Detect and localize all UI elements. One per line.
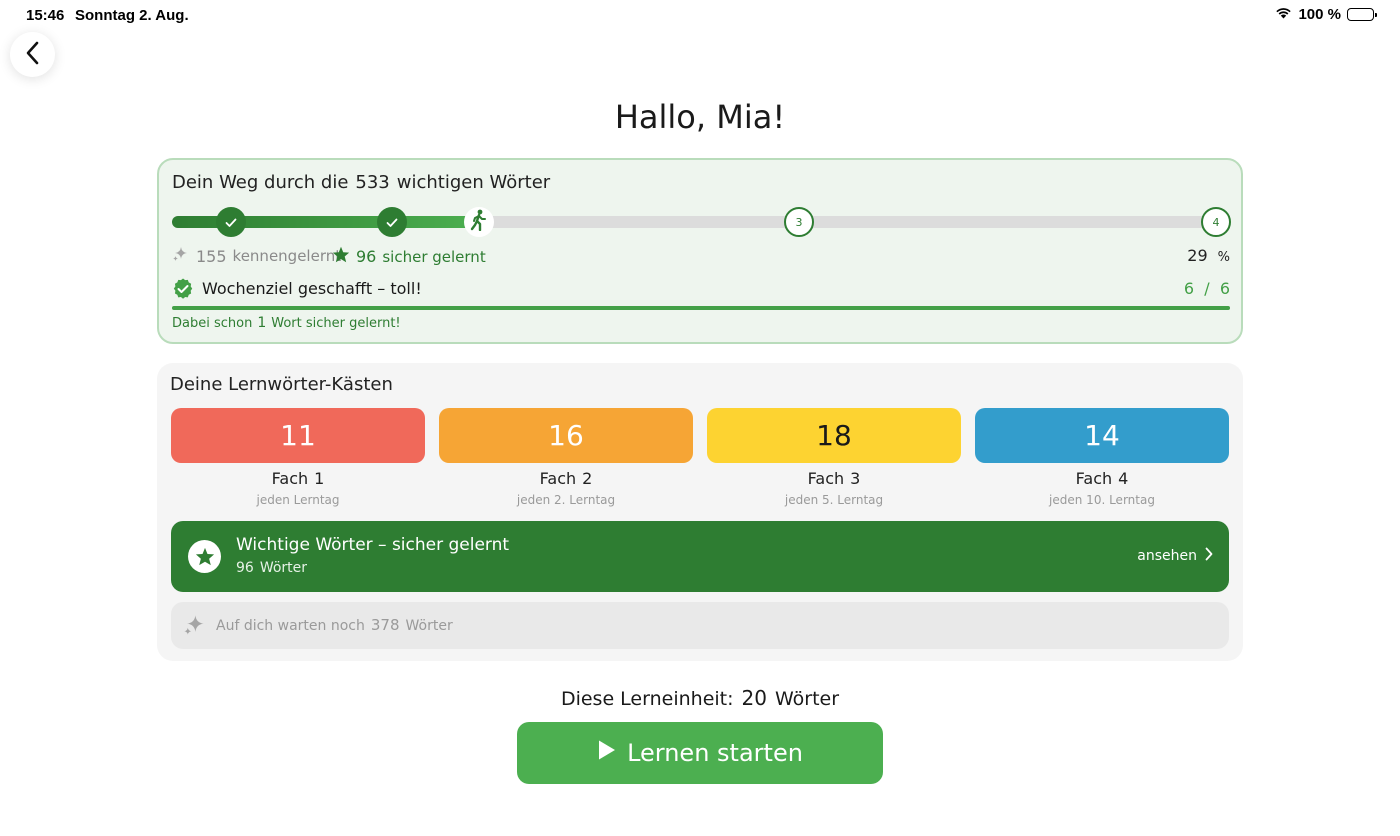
box-1: 11 Fach 1 jeden Lerntag	[171, 408, 425, 507]
boxes-title: Deine Lernwörter-Kästen	[170, 374, 393, 395]
safe-label: sicher gelernt	[382, 247, 486, 266]
battery-percent: 100 %	[1298, 6, 1341, 23]
safe-words-count: 96 Wörter	[236, 560, 308, 576]
box-2-frequency: jeden 2. Lerntag	[516, 493, 616, 507]
box-4: 14 Fach 4 jeden 10. Lerntag	[975, 408, 1229, 507]
view-safe-words-link[interactable]: ansehen	[1137, 547, 1213, 565]
check-icon	[225, 213, 237, 232]
path-progress-track: 3 4	[172, 207, 1231, 237]
path-stats: 155 kennengelernt 96 sicher gelernt 29%	[172, 246, 1230, 270]
current-position-marker	[464, 207, 494, 237]
safe-stat: 96 sicher gelernt	[332, 246, 486, 267]
star-badge-icon	[188, 540, 221, 573]
wifi-icon	[1275, 6, 1292, 23]
word-total: 533	[355, 172, 390, 193]
safe-count: 96	[356, 247, 377, 266]
walking-person-icon	[469, 209, 489, 235]
battery-icon	[1347, 8, 1377, 21]
box-3-frequency: jeden 5. Lerntag	[784, 493, 884, 507]
status-right: 100 %	[1275, 6, 1377, 23]
box-2: 16 Fach 2 jeden 2. Lerntag	[439, 408, 693, 507]
milestone-3: 3	[784, 207, 814, 237]
start-learning-label: Lernen starten	[627, 739, 803, 767]
box-1-name: Fach 1	[271, 469, 325, 488]
path-percent: 29%	[1187, 246, 1230, 265]
box-2-tile[interactable]: 16	[439, 408, 693, 463]
known-stat: 155 kennengelernt	[172, 246, 341, 266]
weekly-goal-label: Wochenziel geschafft – toll!	[202, 279, 422, 298]
known-count: 155	[196, 246, 227, 266]
weekly-goal: Wochenziel geschafft – toll! 6 / 6	[172, 278, 1230, 302]
box-4-tile[interactable]: 14	[975, 408, 1229, 463]
box-3-name: Fach 3	[807, 469, 861, 488]
word-path-card: Dein Weg durch die 533 wichtigen Wörter 3 …	[157, 158, 1243, 344]
safe-words-banner[interactable]: Wichtige Wörter – sicher gelernt 96 Wörte…	[171, 521, 1229, 592]
box-4-name: Fach 4	[1075, 469, 1129, 488]
star-icon	[332, 246, 350, 267]
weekly-goal-bar-fill	[172, 306, 1230, 310]
path-title: Dein Weg durch die 533 wichtigen Wörter	[172, 172, 551, 193]
chevron-left-icon	[25, 41, 41, 69]
session-size: Diese Lerneinheit: 20 Wörter	[560, 686, 840, 710]
box-4-frequency: jeden 10. Lerntag	[1049, 493, 1155, 507]
box-3: 18 Fach 3 jeden 5. Lerntag	[707, 408, 961, 507]
weekly-goal-bar	[172, 306, 1230, 310]
greeting-title: Hallo, Mia!	[614, 98, 786, 136]
weekly-goal-note: Dabei schon 1 Wort sicher gelernt!	[172, 315, 401, 331]
start-learning-button[interactable]: Lernen starten	[517, 722, 883, 784]
chevron-right-icon	[1205, 547, 1213, 565]
box-1-frequency: jeden Lerntag	[256, 493, 340, 507]
box-2-name: Fach 2	[539, 469, 593, 488]
status-bar: 15:46 Sonntag 2. Aug. 100 %	[0, 0, 1400, 32]
milestone-1-done	[216, 207, 246, 237]
known-label: kennengelernt	[232, 247, 342, 265]
sparkle-icon	[183, 614, 205, 640]
sparkle-icon	[172, 246, 188, 266]
check-icon	[386, 213, 398, 232]
safe-words-title: Wichtige Wörter – sicher gelernt	[236, 535, 510, 555]
waiting-words-text: Auf dich warten noch 378 Wörter	[216, 616, 453, 634]
badge-check-icon	[172, 278, 194, 304]
status-date: Sonntag 2. Aug.	[75, 7, 189, 24]
waiting-words-row: Auf dich warten noch 378 Wörter	[171, 602, 1229, 649]
box-1-tile[interactable]: 11	[171, 408, 425, 463]
status-time: 15:46	[26, 7, 65, 24]
weekly-goal-count: 6 / 6	[1183, 279, 1230, 298]
milestone-4: 4	[1201, 207, 1231, 237]
word-boxes-card: Deine Lernwörter-Kästen 11 Fach 1 jeden L…	[157, 363, 1243, 661]
milestone-2-done	[377, 207, 407, 237]
play-icon	[597, 739, 617, 767]
back-button[interactable]	[10, 32, 55, 77]
box-3-tile[interactable]: 18	[707, 408, 961, 463]
